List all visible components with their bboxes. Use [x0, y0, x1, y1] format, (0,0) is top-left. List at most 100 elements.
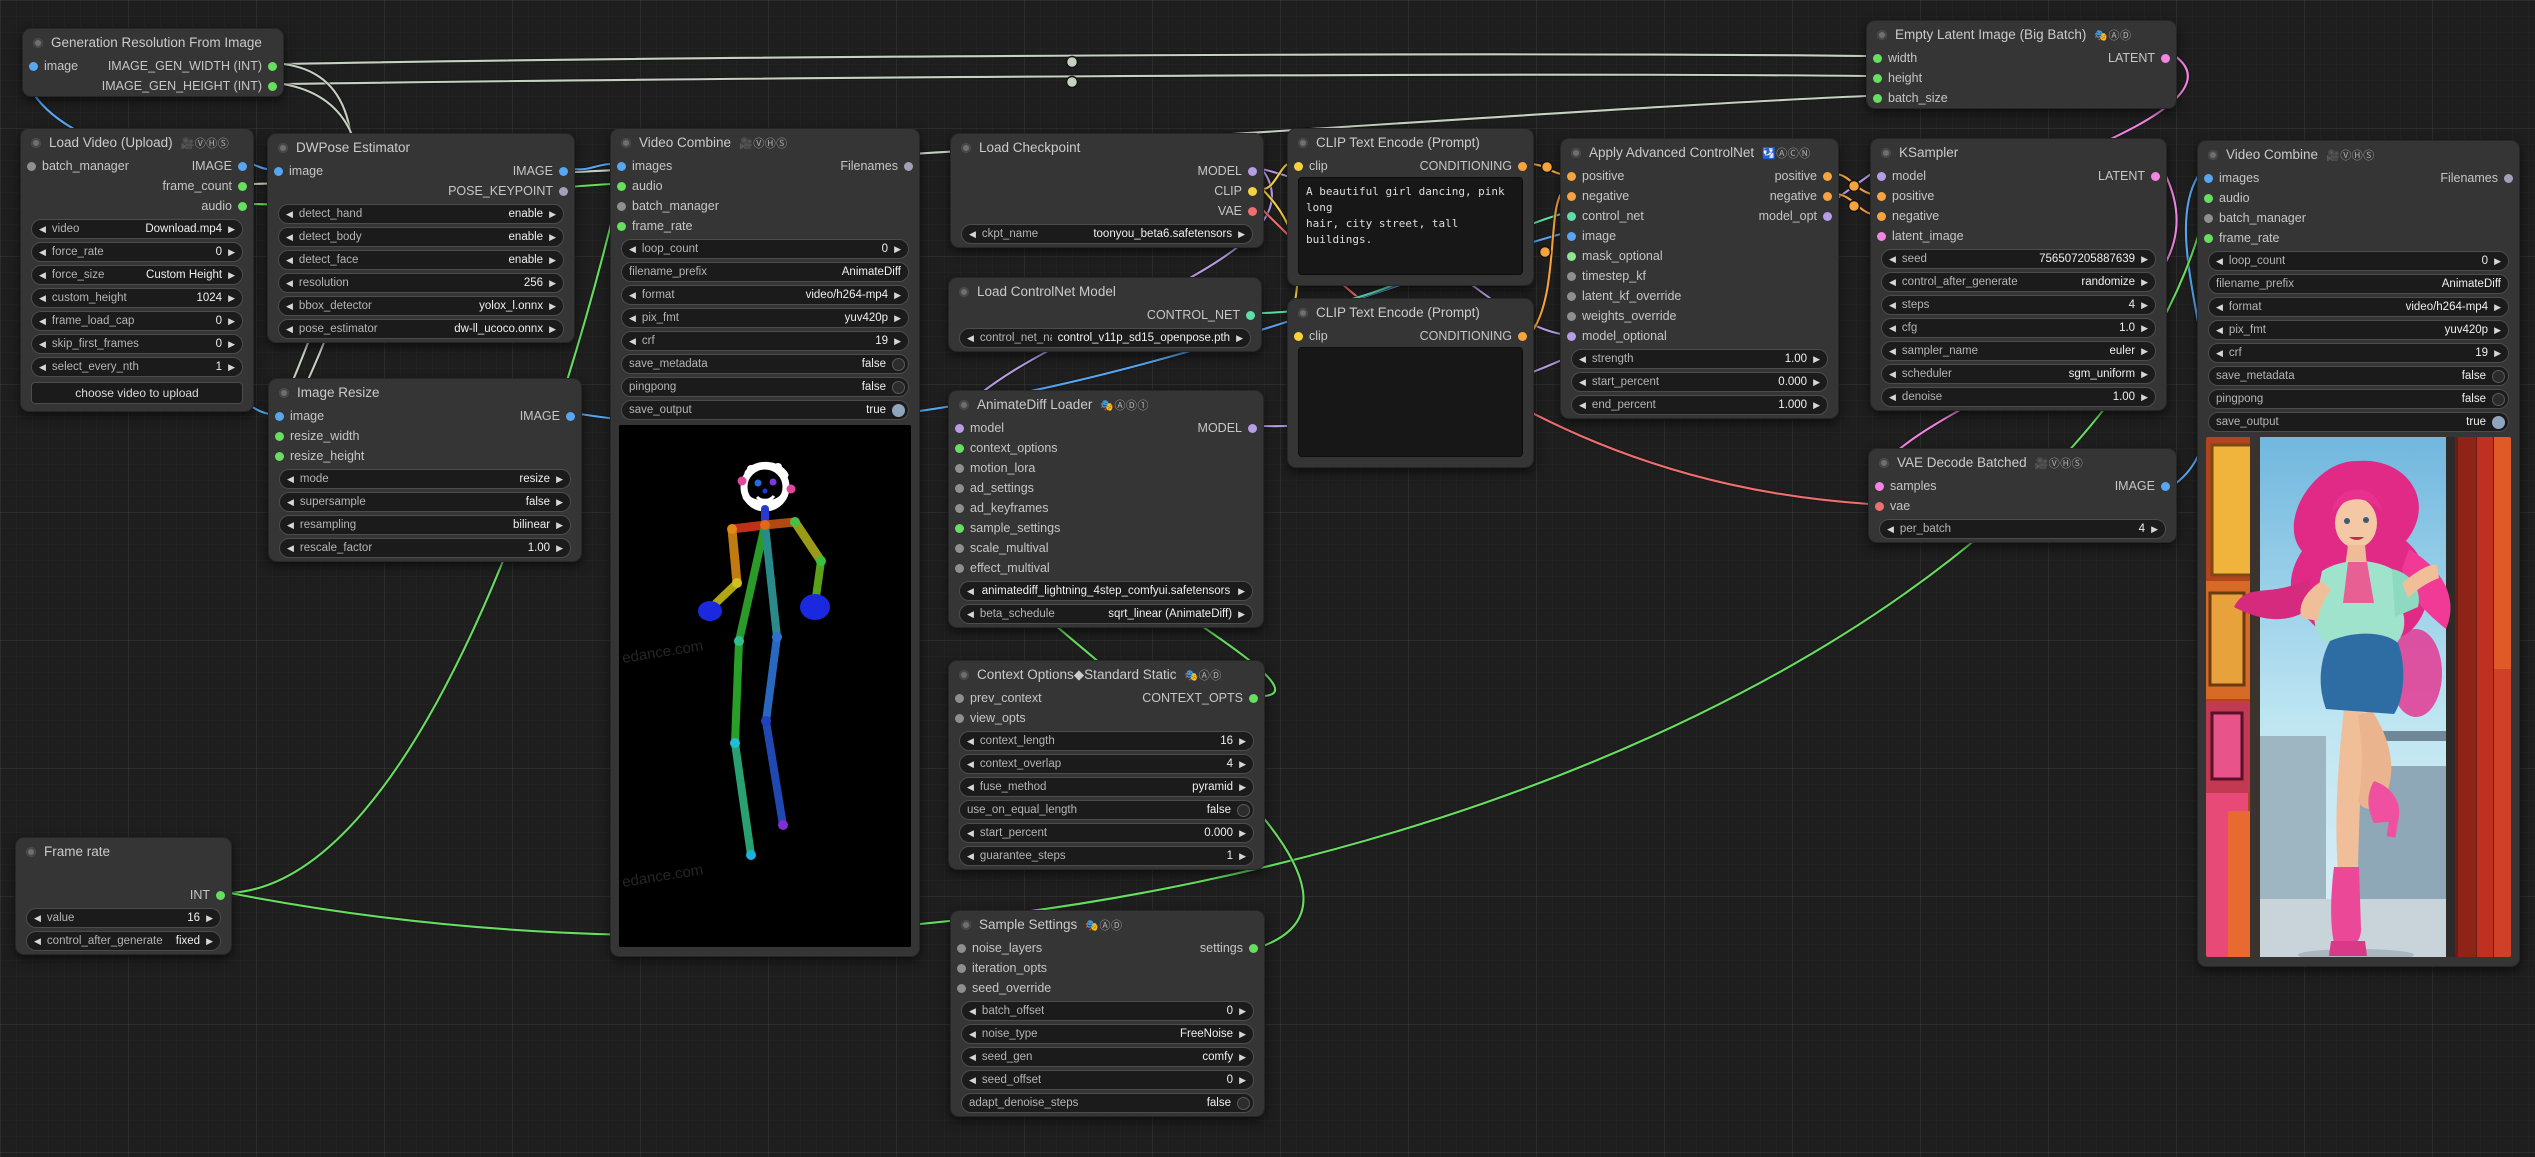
- widget-per_batch[interactable]: ◀ per_batch 4 ▶: [1879, 519, 2166, 539]
- collapse-dot-icon[interactable]: [1879, 457, 1889, 468]
- collapse-dot-icon[interactable]: [279, 387, 289, 398]
- node-header[interactable]: AnimateDiff Loader 🎭ⒶⒹ①: [949, 391, 1263, 418]
- widget-left-arrow-icon[interactable]: ◀: [2216, 302, 2223, 313]
- port-dot-icon[interactable]: [566, 411, 575, 421]
- widget-left-arrow-icon[interactable]: ◀: [967, 609, 974, 620]
- port-dot-icon[interactable]: [955, 483, 964, 493]
- widget-right-arrow-icon[interactable]: ▶: [2151, 524, 2158, 535]
- output-port-IMAGE[interactable]: IMAGE: [192, 156, 247, 176]
- input-port-clip[interactable]: clip: [1294, 326, 1328, 346]
- widget-right-arrow-icon[interactable]: ▶: [1239, 1029, 1246, 1040]
- widget-right-arrow-icon[interactable]: ▶: [1813, 400, 1820, 411]
- widget-right-arrow-icon[interactable]: ▶: [549, 301, 556, 312]
- port-dot-icon[interactable]: [904, 161, 913, 171]
- port-dot-icon[interactable]: [617, 181, 626, 191]
- node-header[interactable]: VAE Decode Batched 🎥ⓋⒽⓈ: [1869, 449, 2176, 476]
- collapse-dot-icon[interactable]: [961, 142, 971, 153]
- port-dot-icon[interactable]: [955, 423, 964, 433]
- port-dot-icon[interactable]: [955, 523, 964, 533]
- output-port-audio[interactable]: audio: [201, 196, 247, 216]
- widget-left-arrow-icon[interactable]: ◀: [629, 290, 636, 301]
- node-header[interactable]: Context Options◆Standard Static 🎭ⒶⒹ: [949, 661, 1264, 688]
- port-dot-icon[interactable]: [2161, 481, 2170, 491]
- node-image-resize[interactable]: Image Resize image IMAGE resize_width resize…: [268, 378, 582, 562]
- widget-right-arrow-icon[interactable]: ▶: [556, 543, 563, 554]
- input-port-iteration_opts[interactable]: iteration_opts: [957, 958, 1047, 978]
- port-dot-icon[interactable]: [1823, 191, 1832, 201]
- port-dot-icon[interactable]: [1518, 161, 1527, 171]
- widget-left-arrow-icon[interactable]: ◀: [629, 313, 636, 324]
- input-port-motion_lora[interactable]: motion_lora: [955, 458, 1035, 478]
- port-dot-icon[interactable]: [268, 61, 277, 71]
- widget-select_every_nth[interactable]: ◀ select_every_nth 1 ▶: [31, 357, 243, 377]
- widget-beta_schedule[interactable]: ◀ beta_schedule sqrt_linear (AnimateDiff) ▶: [959, 604, 1253, 624]
- input-port-vae[interactable]: vae: [1875, 496, 1910, 516]
- input-port-control_net[interactable]: control_net: [1567, 206, 1644, 226]
- widget-loop_count[interactable]: ◀ loop_count 0 ▶: [2208, 251, 2509, 271]
- widget-right-arrow-icon[interactable]: ▶: [1239, 759, 1246, 770]
- widget-left-arrow-icon[interactable]: ◀: [286, 232, 293, 243]
- widget-left-arrow-icon[interactable]: ◀: [2216, 325, 2223, 336]
- widget-right-arrow-icon[interactable]: ▶: [1239, 1052, 1246, 1063]
- widget-save_output[interactable]: save_output true: [621, 400, 909, 420]
- widget-left-arrow-icon[interactable]: ◀: [1889, 323, 1896, 334]
- output-port-positive[interactable]: positive: [1775, 166, 1832, 186]
- node-clip-text-encode-negative[interactable]: CLIP Text Encode (Prompt) clip CONDITIONIN…: [1287, 298, 1534, 468]
- widget-save_metadata[interactable]: save_metadata false: [2208, 366, 2509, 386]
- widget-start_percent[interactable]: ◀ start_percent 0.000 ▶: [959, 823, 1254, 843]
- widget-left-arrow-icon[interactable]: ◀: [287, 497, 294, 508]
- widget-rescale_factor[interactable]: ◀ rescale_factor 1.00 ▶: [279, 538, 571, 558]
- input-port-view_opts[interactable]: view_opts: [955, 708, 1026, 728]
- node-header[interactable]: Empty Latent Image (Big Batch) 🎭ⒶⒹ: [1867, 21, 2176, 48]
- widget-left-arrow-icon[interactable]: ◀: [2216, 256, 2223, 267]
- port-dot-icon[interactable]: [957, 983, 966, 993]
- widget-crf[interactable]: ◀ crf 19 ▶: [621, 331, 909, 351]
- widget-right-arrow-icon[interactable]: ▶: [1239, 1075, 1246, 1086]
- widget-left-arrow-icon[interactable]: ◀: [287, 543, 294, 554]
- port-dot-icon[interactable]: [238, 161, 247, 171]
- widget-right-arrow-icon[interactable]: ▶: [556, 497, 563, 508]
- node-animatediff-loader[interactable]: AnimateDiff Loader 🎭ⒶⒹ① model MODEL context_…: [948, 390, 1264, 628]
- widget-force_rate[interactable]: ◀ force_rate 0 ▶: [31, 242, 243, 262]
- widget-right-arrow-icon[interactable]: ▶: [228, 270, 235, 281]
- node-dwpose[interactable]: DWPose Estimator image IMAGE POSE_KEYPOINT ◀…: [267, 133, 575, 343]
- widget-left-arrow-icon[interactable]: ◀: [967, 759, 974, 770]
- collapse-dot-icon[interactable]: [959, 286, 969, 297]
- widget-right-arrow-icon[interactable]: ▶: [1239, 851, 1246, 862]
- port-dot-icon[interactable]: [1877, 171, 1886, 181]
- widget-guarantee_steps[interactable]: ◀ guarantee_steps 1 ▶: [959, 846, 1254, 866]
- widget-left-arrow-icon[interactable]: ◀: [629, 244, 636, 255]
- widget-force_size[interactable]: ◀ force_size Custom Height ▶: [31, 265, 243, 285]
- widget-left-arrow-icon[interactable]: ◀: [969, 1029, 976, 1040]
- input-port-model[interactable]: model: [955, 418, 1004, 438]
- node-header[interactable]: Sample Settings 🎭ⒶⒹ: [951, 911, 1264, 938]
- collapse-dot-icon[interactable]: [621, 137, 631, 148]
- node-vae-decode-batched[interactable]: VAE Decode Batched 🎥ⓋⒽⓈ samples IMAGE vae ◀ pe…: [1868, 448, 2177, 543]
- widget-right-arrow-icon[interactable]: ▶: [549, 324, 556, 335]
- widget-right-arrow-icon[interactable]: ▶: [894, 336, 901, 347]
- widget-left-arrow-icon[interactable]: ◀: [629, 336, 636, 347]
- widget-denoise[interactable]: ◀ denoise 1.00 ▶: [1881, 387, 2156, 407]
- widget-use_on_equal_length[interactable]: use_on_equal_length false: [959, 800, 1254, 820]
- node-load-controlnet[interactable]: Load ControlNet Model CONTROL_NET ◀ control…: [948, 277, 1262, 352]
- widget-scheduler[interactable]: ◀ scheduler sgm_uniform ▶: [1881, 364, 2156, 384]
- widget-left-arrow-icon[interactable]: ◀: [286, 324, 293, 335]
- input-port-batch_manager[interactable]: batch_manager: [617, 196, 719, 216]
- output-port-model_opt[interactable]: model_opt: [1759, 206, 1832, 226]
- output-port-CLIP[interactable]: CLIP: [1214, 181, 1257, 201]
- widget-left-arrow-icon[interactable]: ◀: [2216, 348, 2223, 359]
- toggle-knob-icon[interactable]: [1237, 803, 1250, 817]
- port-dot-icon[interactable]: [1249, 943, 1258, 953]
- port-dot-icon[interactable]: [955, 693, 964, 703]
- node-gen-resolution[interactable]: Generation Resolution From Image image IMA…: [22, 28, 284, 97]
- port-dot-icon[interactable]: [1567, 191, 1576, 201]
- input-port-batch_manager[interactable]: batch_manager: [27, 156, 129, 176]
- widget-format[interactable]: ◀ format video/h264-mp4 ▶: [621, 285, 909, 305]
- port-dot-icon[interactable]: [1294, 161, 1303, 171]
- port-dot-icon[interactable]: [957, 963, 966, 973]
- widget-left-arrow-icon[interactable]: ◀: [1889, 300, 1896, 311]
- widget-mode[interactable]: ◀ mode resize ▶: [279, 469, 571, 489]
- widget-end_percent[interactable]: ◀ end_percent 1.000 ▶: [1571, 395, 1828, 415]
- collapse-dot-icon[interactable]: [1877, 29, 1887, 40]
- widget-right-arrow-icon[interactable]: ▶: [228, 339, 235, 350]
